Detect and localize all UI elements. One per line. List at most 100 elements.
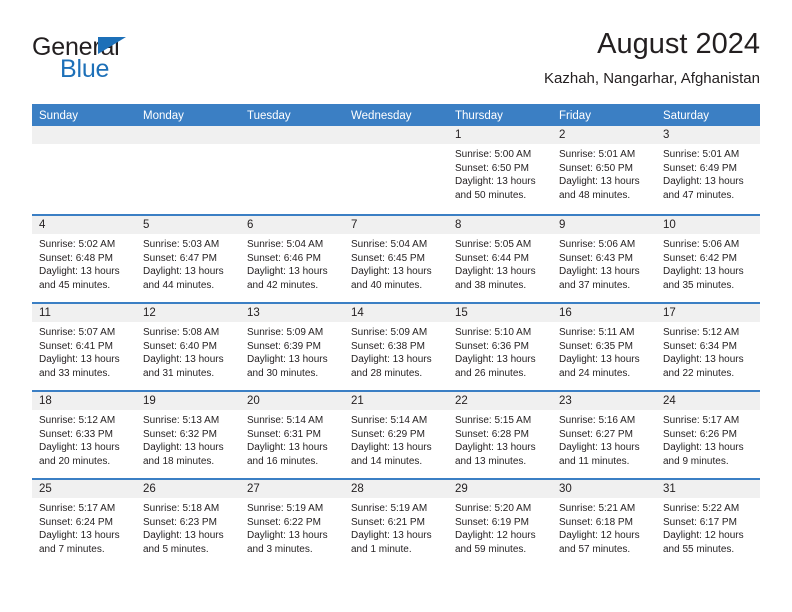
daylight-duration-line2: and 48 minutes. — [559, 189, 631, 201]
calendar-day-cell[interactable]: 14 Sunrise: 5:09 AM Sunset: 6:38 PM Dayligh… — [344, 304, 448, 390]
daylight-duration-line1: Daylight: 13 hours — [39, 530, 120, 542]
calendar-day-cell[interactable]: 6 Sunrise: 5:04 AM Sunset: 6:46 PM Daylight… — [240, 216, 344, 302]
daylight-duration-line2: and 1 minute. — [351, 543, 412, 555]
daylight-duration-line1: Daylight: 13 hours — [455, 266, 536, 278]
weekday-header-monday: Monday — [143, 110, 184, 122]
calendar-day-cell[interactable]: 24 Sunrise: 5:17 AM Sunset: 6:26 PM Dayligh… — [656, 392, 760, 478]
calendar-day-cell[interactable]: 18 Sunrise: 5:12 AM Sunset: 6:33 PM Dayligh… — [32, 392, 136, 478]
day-number: 15 — [448, 304, 552, 322]
day-details: Sunrise: 5:13 AM Sunset: 6:32 PM Daylight:… — [136, 410, 240, 468]
day-details: Sunrise: 5:16 AM Sunset: 6:27 PM Daylight:… — [552, 410, 656, 468]
day-details: Sunrise: 5:14 AM Sunset: 6:29 PM Daylight:… — [344, 410, 448, 468]
day-details: Sunrise: 5:09 AM Sunset: 6:39 PM Daylight:… — [240, 322, 344, 380]
day-details: Sunrise: 5:14 AM Sunset: 6:31 PM Daylight:… — [240, 410, 344, 468]
page-title: August 2024 — [597, 28, 760, 60]
day-details: Sunrise: 5:22 AM Sunset: 6:17 PM Daylight:… — [656, 498, 760, 556]
sunset-time: Sunset: 6:41 PM — [39, 340, 113, 352]
daylight-duration-line2: and 22 minutes. — [663, 367, 735, 379]
daylight-duration-line1: Daylight: 13 hours — [39, 354, 120, 366]
sunrise-time: Sunrise: 5:19 AM — [247, 503, 324, 514]
calendar-day-cell[interactable]: 1 Sunrise: 5:00 AM Sunset: 6:50 PM Daylight… — [448, 126, 552, 214]
calendar-day-cell[interactable]: 11 Sunrise: 5:07 AM Sunset: 6:41 PM Dayligh… — [32, 304, 136, 390]
calendar-day-cell[interactable]: 22 Sunrise: 5:15 AM Sunset: 6:28 PM Dayligh… — [448, 392, 552, 478]
calendar-day-cell[interactable]: 5 Sunrise: 5:03 AM Sunset: 6:47 PM Daylight… — [136, 216, 240, 302]
sunrise-time: Sunrise: 5:22 AM — [663, 503, 740, 514]
calendar-day-cell[interactable]: 28 Sunrise: 5:19 AM Sunset: 6:21 PM Dayligh… — [344, 480, 448, 566]
triangle-icon — [98, 37, 126, 54]
sunrise-time: Sunrise: 5:09 AM — [247, 327, 324, 338]
daylight-duration-line1: Daylight: 13 hours — [143, 266, 224, 278]
calendar-day-cell[interactable]: 21 Sunrise: 5:14 AM Sunset: 6:29 PM Dayligh… — [344, 392, 448, 478]
calendar-day-cell[interactable]: 26 Sunrise: 5:18 AM Sunset: 6:23 PM Dayligh… — [136, 480, 240, 566]
day-number: 6 — [240, 216, 344, 234]
day-number: 29 — [448, 480, 552, 498]
daylight-duration-line1: Daylight: 12 hours — [455, 530, 536, 542]
logo-secondary-text: Blue — [60, 55, 110, 83]
calendar-day-cell[interactable]: 15 Sunrise: 5:10 AM Sunset: 6:36 PM Dayligh… — [448, 304, 552, 390]
daylight-duration-line1: Daylight: 12 hours — [559, 530, 640, 542]
day-number: 24 — [656, 392, 760, 410]
sunset-time: Sunset: 6:27 PM — [559, 428, 633, 440]
daylight-duration-line1: Daylight: 13 hours — [455, 442, 536, 454]
daylight-duration-line1: Daylight: 13 hours — [39, 266, 120, 278]
sunrise-time: Sunrise: 5:15 AM — [455, 415, 532, 426]
sunset-time: Sunset: 6:32 PM — [143, 428, 217, 440]
sunset-time: Sunset: 6:36 PM — [455, 340, 529, 352]
calendar-day-cell[interactable]: 17 Sunrise: 5:12 AM Sunset: 6:34 PM Dayligh… — [656, 304, 760, 390]
day-details: Sunrise: 5:18 AM Sunset: 6:23 PM Daylight:… — [136, 498, 240, 556]
day-number: 8 — [448, 216, 552, 234]
weekday-header-wednesday: Wednesday — [351, 110, 412, 122]
sunrise-time: Sunrise: 5:20 AM — [455, 503, 532, 514]
calendar-day-cell[interactable]: 30 Sunrise: 5:21 AM Sunset: 6:18 PM Dayligh… — [552, 480, 656, 566]
calendar-day-cell[interactable]: 2 Sunrise: 5:01 AM Sunset: 6:50 PM Daylight… — [552, 126, 656, 214]
day-details: Sunrise: 5:20 AM Sunset: 6:19 PM Daylight:… — [448, 498, 552, 556]
daylight-duration-line1: Daylight: 12 hours — [663, 530, 744, 542]
daylight-duration-line2: and 14 minutes. — [351, 455, 423, 467]
calendar-week-row: 25 Sunrise: 5:17 AM Sunset: 6:24 PM Dayligh… — [32, 478, 760, 566]
calendar-day-cell[interactable]: 31 Sunrise: 5:22 AM Sunset: 6:17 PM Dayligh… — [656, 480, 760, 566]
calendar-page: General Blue August 2024 Kazhah, Nangarh… — [0, 0, 792, 612]
calendar-day-cell[interactable]: 29 Sunrise: 5:20 AM Sunset: 6:19 PM Dayligh… — [448, 480, 552, 566]
daylight-duration-line1: Daylight: 13 hours — [559, 176, 640, 188]
sunset-time: Sunset: 6:35 PM — [559, 340, 633, 352]
daylight-duration-line2: and 45 minutes. — [39, 279, 111, 291]
day-number: 12 — [136, 304, 240, 322]
day-details: Sunrise: 5:09 AM Sunset: 6:38 PM Daylight:… — [344, 322, 448, 380]
daylight-duration-line2: and 18 minutes. — [143, 455, 215, 467]
day-details: Sunrise: 5:00 AM Sunset: 6:50 PM Daylight:… — [448, 144, 552, 202]
calendar-day-cell-empty — [344, 126, 448, 214]
sunset-time: Sunset: 6:31 PM — [247, 428, 321, 440]
day-details: Sunrise: 5:12 AM Sunset: 6:33 PM Daylight:… — [32, 410, 136, 468]
calendar-day-cell-empty — [136, 126, 240, 214]
day-number: 21 — [344, 392, 448, 410]
calendar-day-cell[interactable]: 9 Sunrise: 5:06 AM Sunset: 6:43 PM Daylight… — [552, 216, 656, 302]
calendar-day-cell[interactable]: 12 Sunrise: 5:08 AM Sunset: 6:40 PM Dayligh… — [136, 304, 240, 390]
day-details: Sunrise: 5:03 AM Sunset: 6:47 PM Daylight:… — [136, 234, 240, 292]
daylight-duration-line1: Daylight: 13 hours — [351, 530, 432, 542]
day-details: Sunrise: 5:01 AM Sunset: 6:50 PM Daylight:… — [552, 144, 656, 202]
calendar-day-cell[interactable]: 19 Sunrise: 5:13 AM Sunset: 6:32 PM Dayligh… — [136, 392, 240, 478]
day-details: Sunrise: 5:06 AM Sunset: 6:42 PM Daylight:… — [656, 234, 760, 292]
calendar-day-cell[interactable]: 20 Sunrise: 5:14 AM Sunset: 6:31 PM Dayligh… — [240, 392, 344, 478]
calendar-day-cell[interactable]: 23 Sunrise: 5:16 AM Sunset: 6:27 PM Dayligh… — [552, 392, 656, 478]
daylight-duration-line2: and 50 minutes. — [455, 189, 527, 201]
calendar-day-cell[interactable]: 4 Sunrise: 5:02 AM Sunset: 6:48 PM Daylight… — [32, 216, 136, 302]
generalblue-logo[interactable]: General Blue — [32, 34, 212, 90]
day-number: 4 — [32, 216, 136, 234]
calendar-day-cell[interactable]: 16 Sunrise: 5:11 AM Sunset: 6:35 PM Dayligh… — [552, 304, 656, 390]
sunset-time: Sunset: 6:50 PM — [559, 162, 633, 174]
day-number: 23 — [552, 392, 656, 410]
calendar-day-cell[interactable]: 3 Sunrise: 5:01 AM Sunset: 6:49 PM Daylight… — [656, 126, 760, 214]
calendar-day-cell[interactable]: 10 Sunrise: 5:06 AM Sunset: 6:42 PM Dayligh… — [656, 216, 760, 302]
calendar-day-cell[interactable]: 13 Sunrise: 5:09 AM Sunset: 6:39 PM Dayligh… — [240, 304, 344, 390]
calendar-day-cell[interactable]: 27 Sunrise: 5:19 AM Sunset: 6:22 PM Dayligh… — [240, 480, 344, 566]
calendar-day-cell[interactable]: 7 Sunrise: 5:04 AM Sunset: 6:45 PM Daylight… — [344, 216, 448, 302]
calendar-day-cell[interactable]: 25 Sunrise: 5:17 AM Sunset: 6:24 PM Dayligh… — [32, 480, 136, 566]
daylight-duration-line2: and 35 minutes. — [663, 279, 735, 291]
sunrise-time: Sunrise: 5:21 AM — [559, 503, 636, 514]
daylight-duration-line2: and 57 minutes. — [559, 543, 631, 555]
sunset-time: Sunset: 6:21 PM — [351, 516, 425, 528]
calendar-day-cell[interactable]: 8 Sunrise: 5:05 AM Sunset: 6:44 PM Daylight… — [448, 216, 552, 302]
sunset-time: Sunset: 6:43 PM — [559, 252, 633, 264]
sunrise-time: Sunrise: 5:13 AM — [143, 415, 220, 426]
